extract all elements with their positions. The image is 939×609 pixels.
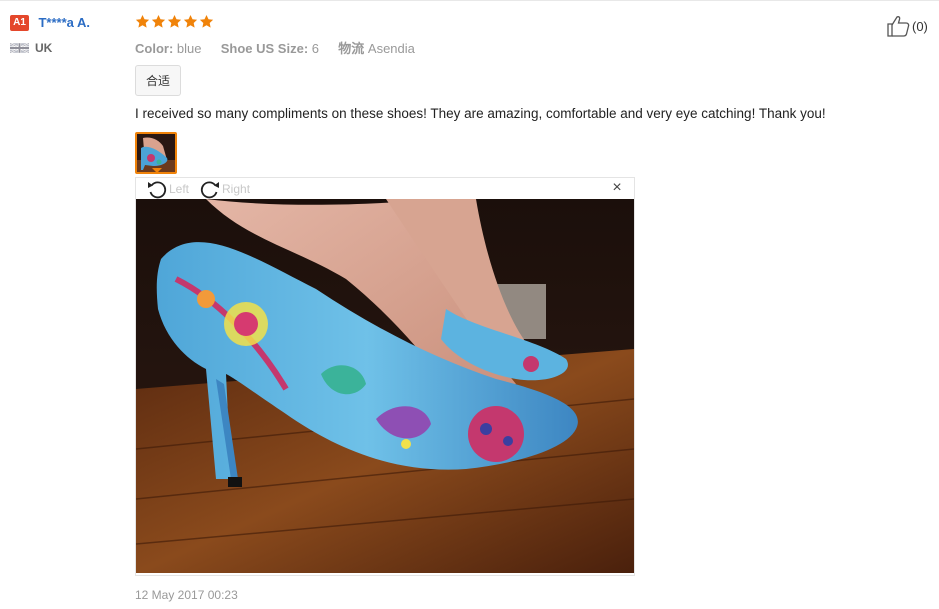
star-icon bbox=[183, 14, 198, 28]
photo-viewer: Left Right × bbox=[135, 177, 635, 576]
reviewer-name: T****a A. bbox=[38, 15, 90, 31]
country-name: UK bbox=[35, 41, 53, 55]
color-label: Color: bbox=[135, 41, 174, 56]
rotate-right-label: Right bbox=[222, 181, 251, 196]
product-attributes: Color: blue Shoe US Size: 6 物流 Asendia bbox=[135, 38, 835, 57]
rotate-left-icon bbox=[148, 180, 167, 198]
star-icon bbox=[151, 14, 166, 28]
star-icon bbox=[199, 14, 214, 28]
top-divider bbox=[0, 0, 939, 1]
rotate-left-label: Left bbox=[169, 181, 190, 196]
reviewer-info: A1 T****a A. UK bbox=[10, 14, 90, 55]
review-photo bbox=[136, 199, 634, 573]
uk-flag-icon bbox=[10, 42, 29, 54]
thumbnail-pointer bbox=[152, 168, 162, 173]
shipping-value: Asendia bbox=[367, 41, 415, 56]
review-date: 12 May 2017 00:23 bbox=[135, 588, 238, 602]
review-body: Color: blue Shoe US Size: 6 物流 Asendia 合… bbox=[135, 12, 835, 174]
reviewer-country: UK bbox=[10, 41, 90, 55]
viewer-toolbar: Left Right × bbox=[136, 178, 634, 199]
thumbs-up-icon bbox=[887, 16, 910, 37]
size-label: Shoe US Size: bbox=[220, 41, 309, 56]
star-rating bbox=[135, 12, 835, 30]
helpful-button[interactable]: (0) bbox=[887, 15, 928, 37]
color-value: blue bbox=[176, 41, 202, 56]
star-icon bbox=[135, 14, 150, 28]
shipping-label: 物流 bbox=[338, 41, 365, 56]
helpful-count: (0) bbox=[912, 18, 928, 34]
fit-tag: 合适 bbox=[135, 65, 182, 96]
rotate-right-button[interactable]: Right bbox=[199, 179, 250, 199]
review-photo-image bbox=[136, 199, 634, 573]
thumbnail-image bbox=[137, 134, 175, 172]
level-badge: A1 bbox=[10, 14, 29, 31]
reviewer-header: A1 T****a A. bbox=[10, 14, 90, 32]
rotate-left-button[interactable]: Left bbox=[146, 179, 189, 199]
star-icon bbox=[167, 14, 182, 28]
size-value: 6 bbox=[311, 41, 320, 56]
close-icon[interactable]: × bbox=[610, 180, 624, 196]
rotate-right-icon bbox=[200, 180, 220, 198]
review-text: I received so many compliments on these … bbox=[135, 106, 826, 121]
